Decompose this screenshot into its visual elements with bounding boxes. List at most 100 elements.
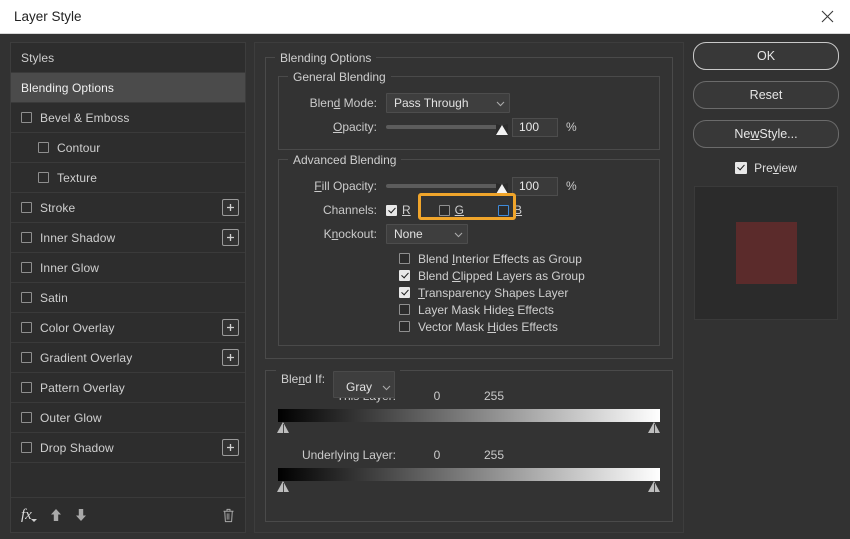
effect-checkbox[interactable] xyxy=(38,142,49,153)
add-effect-icon[interactable] xyxy=(222,439,239,456)
move-up-icon[interactable] xyxy=(50,508,62,522)
underlying-layer-high-value: 255 xyxy=(483,448,505,462)
effect-checkbox[interactable] xyxy=(21,202,32,213)
option-blend-interior[interactable]: Blend Interior Effects as Group xyxy=(289,250,649,267)
blend-if-channel-select[interactable]: Gray xyxy=(333,371,396,398)
sidebar-item-styles[interactable]: Styles xyxy=(11,43,245,73)
sidebar-item-drop-shadow[interactable]: Drop Shadow xyxy=(11,433,245,463)
move-down-icon[interactable] xyxy=(75,508,87,522)
effect-checkbox[interactable] xyxy=(21,262,32,273)
channel-b-checkbox[interactable] xyxy=(498,204,510,216)
add-effect-icon[interactable] xyxy=(222,229,239,246)
sidebar-item-label: Drop Shadow xyxy=(40,440,114,455)
add-effect-icon[interactable] xyxy=(222,319,239,336)
underlying-layer-slider[interactable] xyxy=(277,468,661,492)
add-effect-icon[interactable] xyxy=(222,199,239,216)
styles-list: Styles Blending Options Bevel & Emboss C… xyxy=(11,43,245,497)
sidebar-item-outer-glow[interactable]: Outer Glow xyxy=(11,403,245,433)
option-checkbox[interactable] xyxy=(399,304,410,315)
this-layer-white-handle[interactable] xyxy=(648,422,661,433)
channel-b[interactable]: B xyxy=(498,203,522,217)
option-checkbox[interactable] xyxy=(399,321,410,332)
sidebar-item-color-overlay[interactable]: Color Overlay xyxy=(11,313,245,343)
effect-checkbox[interactable] xyxy=(21,382,32,393)
dialog-actions: OK Reset Ne w Style... Preview xyxy=(692,42,840,533)
option-blend-clipped[interactable]: Blend Clipped Layers as Group xyxy=(289,267,649,284)
opacity-input[interactable]: 100 xyxy=(512,117,558,137)
sidebar-item-label: Styles xyxy=(21,50,55,65)
effect-checkbox[interactable] xyxy=(21,232,32,243)
trash-icon[interactable] xyxy=(222,508,235,523)
blend-mode-field: Blend Mode: Pass Through xyxy=(289,91,649,115)
option-checkbox[interactable] xyxy=(399,253,410,264)
effect-checkbox[interactable] xyxy=(21,442,32,453)
option-checkbox[interactable] xyxy=(399,287,410,298)
preview-thumbnail xyxy=(694,186,838,320)
opacity-slider[interactable] xyxy=(386,117,508,137)
sidebar-item-label: Color Overlay xyxy=(40,320,115,335)
sidebar-item-label: Pattern Overlay xyxy=(40,380,125,395)
sidebar-item-inner-shadow[interactable]: Inner Shadow xyxy=(11,223,245,253)
knockout-label: Knockout: xyxy=(323,227,377,241)
channel-g-checkbox[interactable] xyxy=(438,204,450,216)
sidebar-item-pattern-overlay[interactable]: Pattern Overlay xyxy=(11,373,245,403)
effect-checkbox[interactable] xyxy=(21,352,32,363)
dialog-body: Styles Blending Options Bevel & Emboss C… xyxy=(0,34,850,539)
sidebar-item-bevel-emboss[interactable]: Bevel & Emboss xyxy=(11,103,245,133)
option-checkbox[interactable] xyxy=(399,270,410,281)
sidebar-item-label: Outer Glow xyxy=(40,410,102,425)
fx-menu-icon[interactable]: fx xyxy=(21,507,37,524)
channel-g[interactable]: G xyxy=(438,203,464,217)
preview-toggle[interactable]: Preview xyxy=(735,161,797,175)
preview-swatch xyxy=(735,222,797,284)
fill-opacity-field: Fill Opacity: 100 % xyxy=(289,174,649,198)
channel-r[interactable]: R xyxy=(386,203,411,217)
styles-sidebar: Styles Blending Options Bevel & Emboss C… xyxy=(10,42,246,533)
knockout-select[interactable]: None xyxy=(386,224,468,244)
sidebar-item-texture[interactable]: Texture xyxy=(11,163,245,193)
effect-checkbox[interactable] xyxy=(21,412,32,423)
styles-list-empty-space xyxy=(11,463,245,497)
blend-if-label: Blend If: xyxy=(281,372,326,386)
option-label: Transparency Shapes Layer xyxy=(418,285,569,300)
handle-split xyxy=(654,483,655,492)
this-layer-low-value: 0 xyxy=(433,389,441,403)
fill-opacity-input[interactable]: 100 xyxy=(512,176,558,196)
underlying-layer-label: Underlying Layer: xyxy=(301,448,396,462)
this-layer-slider[interactable] xyxy=(277,409,661,433)
underlying-layer-white-handle[interactable] xyxy=(648,481,661,492)
add-effect-icon[interactable] xyxy=(222,349,239,366)
sidebar-item-inner-glow[interactable]: Inner Glow xyxy=(11,253,245,283)
effect-checkbox[interactable] xyxy=(21,322,32,333)
channel-r-checkbox[interactable] xyxy=(386,204,397,216)
option-vector-mask-hides[interactable]: Vector Mask Hides Effects xyxy=(289,318,649,335)
option-layer-mask-hides[interactable]: Layer Mask Hides Effects xyxy=(289,301,649,318)
slider-thumb[interactable] xyxy=(496,124,508,135)
sidebar-item-gradient-overlay[interactable]: Gradient Overlay xyxy=(11,343,245,373)
this-layer-black-handle[interactable] xyxy=(277,422,290,433)
sidebar-item-label: Bevel & Emboss xyxy=(40,110,130,125)
title-bar: Layer Style xyxy=(0,0,850,34)
fill-opacity-slider[interactable] xyxy=(386,176,508,196)
slider-thumb[interactable] xyxy=(496,183,508,194)
advanced-blending-legend: Advanced Blending xyxy=(288,153,402,167)
sidebar-item-satin[interactable]: Satin xyxy=(11,283,245,313)
option-transparency-shapes[interactable]: Transparency Shapes Layer xyxy=(289,284,649,301)
ok-button[interactable]: OK xyxy=(693,42,839,70)
effect-checkbox[interactable] xyxy=(21,112,32,123)
reset-button[interactable]: Reset xyxy=(693,81,839,109)
preview-checkbox[interactable] xyxy=(735,162,748,174)
new-style-button[interactable]: Ne w Style... xyxy=(693,120,839,148)
sidebar-item-contour[interactable]: Contour xyxy=(11,133,245,163)
effect-checkbox[interactable] xyxy=(38,172,49,183)
sidebar-item-stroke[interactable]: Stroke xyxy=(11,193,245,223)
handle-split xyxy=(283,483,284,492)
opacity-field: Opacity: 100 % xyxy=(289,115,649,139)
sidebar-item-blending-options[interactable]: Blending Options xyxy=(11,73,245,103)
blend-mode-select[interactable]: Pass Through xyxy=(386,93,510,113)
underlying-layer-black-handle[interactable] xyxy=(277,481,290,492)
effect-checkbox[interactable] xyxy=(21,292,32,303)
close-icon[interactable] xyxy=(804,0,850,33)
sidebar-item-label: Gradient Overlay xyxy=(40,350,133,365)
opacity-label: Opacity: xyxy=(332,120,377,134)
